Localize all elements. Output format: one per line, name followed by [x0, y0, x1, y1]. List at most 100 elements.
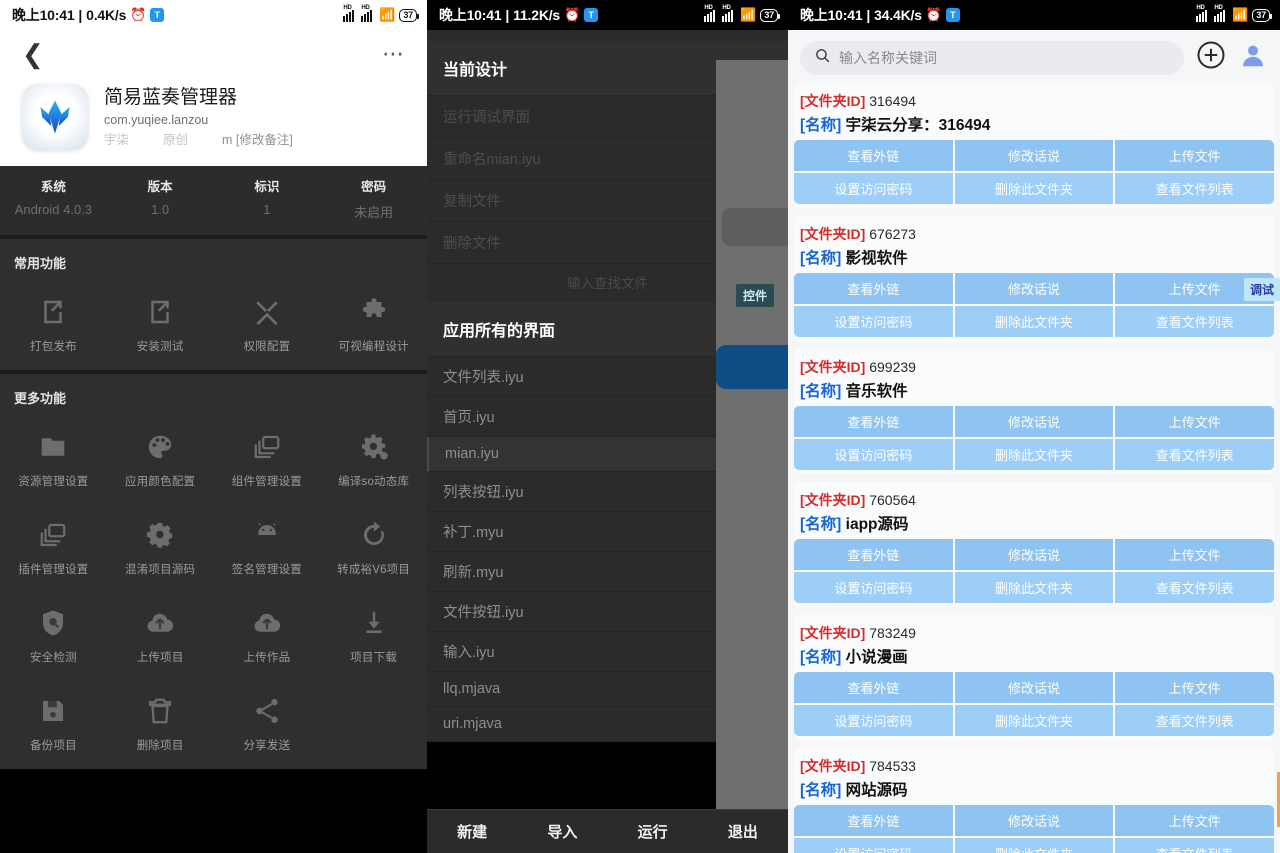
function-upload-work[interactable]: 上传作品 — [214, 593, 321, 681]
status-net-speed: 0.4K/s — [86, 7, 127, 23]
folder-card[interactable]: [文件夹ID] 783249 [名称] 小说漫画 查看外链 修改话说 上传文件 … — [794, 615, 1274, 740]
gears-icon — [322, 429, 425, 465]
left-status-bar: 晚上10:41 | 0.4K/s ⏰ T HD HD 📶 37 — [0, 0, 427, 30]
app-name: 简易蓝奏管理器 — [104, 87, 238, 109]
folder-id-key: [文件夹ID] — [800, 758, 866, 774]
folder-card[interactable]: [文件夹ID] 699239 [名称] 音乐软件 查看外链 修改话说 上传文件 … — [794, 349, 1274, 474]
folder-actions: 查看外链 修改话说 上传文件 设置访问密码 删除此文件夹 查看文件列表 — [794, 273, 1274, 337]
function-compile-so-lib[interactable]: 编译so动态库 — [320, 417, 427, 505]
folder-id-key: [文件夹ID] — [800, 359, 866, 375]
function-security-check[interactable]: 安全检测 — [0, 593, 107, 681]
function-upload-project[interactable]: 上传项目 — [107, 593, 214, 681]
toolbar-exit-button[interactable]: 退出 — [698, 821, 788, 842]
function-plugin-manage[interactable]: 插件管理设置 — [0, 505, 107, 593]
action-delete-folder[interactable]: 删除此文件夹 — [954, 439, 1114, 470]
action-view-file-list[interactable]: 查看文件列表 — [1115, 306, 1274, 337]
debug-chip[interactable]: 调试 — [1243, 278, 1280, 301]
action-set-access-password[interactable]: 设置访问密码 — [794, 173, 953, 204]
action-view-file-list[interactable]: 查看文件列表 — [1115, 439, 1274, 470]
action-view-external-link[interactable]: 查看外链 — [794, 140, 953, 171]
folder-card[interactable]: [文件夹ID] 784533 [名称] 网站源码 查看外链 修改话说 上传文件 … — [794, 748, 1274, 853]
left-panel-empty-area — [0, 769, 427, 853]
action-upload-file[interactable]: 上传文件 — [1115, 140, 1274, 171]
action-view-file-list[interactable]: 查看文件列表 — [1115, 572, 1274, 603]
app-info-row: 系统 Android 4.0.3 版本 1.0 标识 1 密码 未启用 — [0, 166, 427, 235]
mid-top-spacer — [427, 30, 788, 41]
hd-label-1: HD — [1196, 4, 1205, 11]
function-install-test[interactable]: 安装测试 — [107, 282, 214, 370]
action-view-external-link[interactable]: 查看外链 — [794, 406, 953, 437]
function-backup-project[interactable]: 备份项目 — [0, 681, 107, 769]
hd-label-1: HD — [343, 4, 352, 11]
action-edit-description[interactable]: 修改话说 — [954, 539, 1114, 570]
action-set-access-password[interactable]: 设置访问密码 — [794, 306, 953, 337]
function-convert-v6[interactable]: 转成裕V6项目 — [320, 505, 427, 593]
folder-card[interactable]: [文件夹ID] 676273 [名称] 影视软件 查看外链 修改话说 上传文件 … — [794, 216, 1274, 341]
action-view-external-link[interactable]: 查看外链 — [794, 273, 953, 304]
action-edit-description[interactable]: 修改话说 — [954, 805, 1114, 836]
app-badge-icon: T — [150, 8, 165, 22]
folder-card[interactable]: [文件夹ID] 760564 [名称] iapp源码 查看外链 修改话说 上传文… — [794, 482, 1274, 607]
three-panel-screenshot: 晚上10:41 | 0.4K/s ⏰ T HD HD 📶 37 ❮ ⋯ 简易蓝奏… — [0, 0, 1280, 853]
toolbar-import-button[interactable]: 导入 — [517, 821, 607, 842]
app-note-edit-remark[interactable]: m [修改备注] — [222, 129, 293, 148]
status-net-speed: 11.2K/s — [513, 7, 561, 23]
function-packaging-publish[interactable]: 打包发布 — [0, 282, 107, 370]
function-resource-manage[interactable]: 资源管理设置 — [0, 417, 107, 505]
action-edit-description[interactable]: 修改话说 — [954, 140, 1114, 171]
function-delete-project[interactable]: 删除项目 — [107, 681, 214, 769]
folder-id-value: 676273 — [869, 226, 916, 242]
folder-name-value: 小说漫画 — [845, 649, 908, 666]
action-delete-folder[interactable]: 删除此文件夹 — [954, 705, 1114, 736]
toolbar-new-button[interactable]: 新建 — [427, 821, 517, 842]
action-set-access-password[interactable]: 设置访问密码 — [794, 705, 953, 736]
avatar-icon[interactable] — [1238, 40, 1268, 75]
action-delete-folder[interactable]: 删除此文件夹 — [954, 173, 1114, 204]
action-view-external-link[interactable]: 查看外链 — [794, 539, 953, 570]
folder-id-value: 784533 — [869, 758, 916, 774]
folder-id-key: [文件夹ID] — [800, 625, 866, 641]
folder-id-line: [文件夹ID] 784533 — [794, 754, 1274, 776]
function-project-download[interactable]: 项目下载 — [320, 593, 427, 681]
function-component-manage[interactable]: 组件管理设置 — [214, 417, 321, 505]
more-options-icon[interactable]: ⋯ — [382, 43, 405, 65]
info-cell-identifier: 标识 1 — [214, 176, 321, 221]
back-arrow-icon[interactable]: ❮ — [22, 41, 44, 67]
action-upload-file[interactable]: 上传文件 — [1115, 672, 1274, 703]
folder-card[interactable]: [文件夹ID] 316494 [名称] 宇柒云分享：316494 查看外链 修改… — [794, 83, 1274, 208]
action-view-external-link[interactable]: 查看外链 — [794, 805, 953, 836]
plus-circle-icon[interactable] — [1196, 40, 1226, 75]
toolbar-run-button[interactable]: 运行 — [608, 821, 698, 842]
function-share-send[interactable]: 分享发送 — [214, 681, 321, 769]
function-app-color-config[interactable]: 应用颜色配置 — [107, 417, 214, 505]
function-label: 插件管理设置 — [18, 564, 89, 576]
layers-icon — [216, 429, 319, 465]
search-input-container[interactable]: 输入名称关键词 — [800, 40, 1184, 75]
folder-name-key: [名称] — [800, 649, 842, 666]
action-upload-file[interactable]: 上传文件 — [1115, 805, 1274, 836]
action-edit-description[interactable]: 修改话说 — [954, 406, 1114, 437]
function-obfuscate-source[interactable]: 混淆项目源码 — [107, 505, 214, 593]
action-view-external-link[interactable]: 查看外链 — [794, 672, 953, 703]
action-set-access-password[interactable]: 设置访问密码 — [794, 439, 953, 470]
info-value-system: Android 4.0.3 — [14, 202, 93, 217]
action-upload-file[interactable]: 上传文件 — [1115, 406, 1274, 437]
function-label: 编译so动态库 — [338, 476, 410, 488]
signal-bars-icon-1: HD — [704, 5, 718, 22]
action-set-access-password[interactable]: 设置访问密码 — [794, 572, 953, 603]
action-delete-folder[interactable]: 删除此文件夹 — [954, 572, 1114, 603]
action-edit-description[interactable]: 修改话说 — [954, 273, 1114, 304]
action-set-access-password[interactable]: 设置访问密码 — [794, 838, 953, 853]
function-visual-programming[interactable]: 可视编程设计 — [320, 282, 427, 370]
action-view-file-list[interactable]: 查看文件列表 — [1115, 705, 1274, 736]
function-permission-config[interactable]: 权限配置 — [214, 282, 321, 370]
action-upload-file[interactable]: 上传文件 — [1115, 539, 1274, 570]
function-signature-manage[interactable]: 签名管理设置 — [214, 505, 321, 593]
action-delete-folder[interactable]: 删除此文件夹 — [954, 306, 1114, 337]
function-label: 签名管理设置 — [231, 564, 302, 576]
action-delete-folder[interactable]: 删除此文件夹 — [954, 838, 1114, 853]
action-edit-description[interactable]: 修改话说 — [954, 672, 1114, 703]
action-view-file-list[interactable]: 查看文件列表 — [1115, 173, 1274, 204]
action-view-file-list[interactable]: 查看文件列表 — [1115, 838, 1274, 853]
app-note-author: 宇柒 — [104, 132, 130, 147]
